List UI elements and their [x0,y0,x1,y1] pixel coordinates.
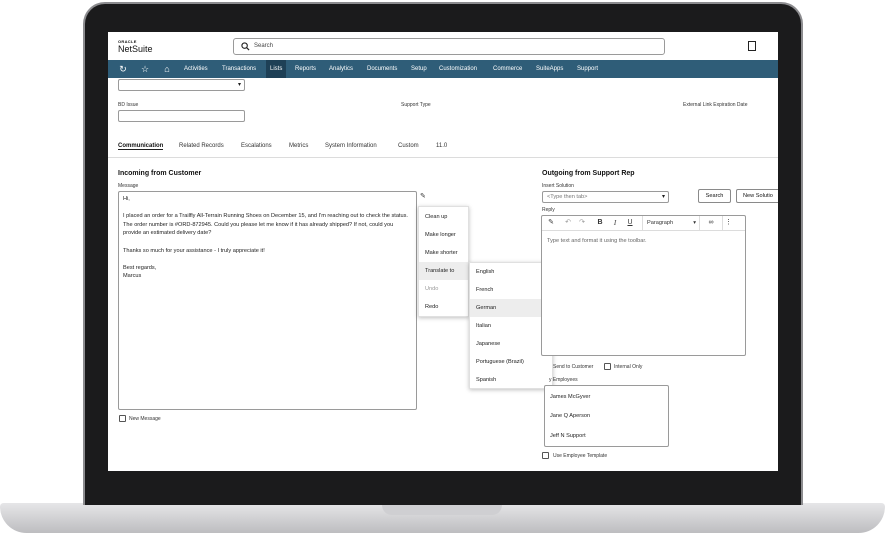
home-icon[interactable]: ⌂ [161,63,173,75]
message-line: Thanks so much for your assistance - I t… [123,247,265,254]
employees-list[interactable]: James McGyver Jane Q Aperson Jeff N Supp… [544,385,669,447]
bd-issue-label: BD Issue [118,102,139,108]
italic-icon[interactable]: I [610,216,620,230]
history-icon[interactable]: ↻ [117,63,129,75]
list-item[interactable]: Jeff N Support [550,433,586,439]
tab-system-information[interactable]: System Information [325,143,377,149]
underline-icon[interactable]: U [625,216,635,230]
message-content: Hi, I placed an order for a Trailfly All… [123,195,413,290]
main-nav: ↻ ☆ ⌂ Activities Transactions Lists Repo… [108,60,778,78]
nav-support[interactable]: Support [573,60,602,78]
list-item[interactable]: Jane Q Aperson [550,413,590,419]
search-input[interactable]: Search [254,43,273,49]
nav-activities[interactable]: Activities [180,60,212,78]
message-line: I placed an order for a Trailfly All-Ter… [123,213,408,237]
dropdown-arrow-icon: ▾ [693,220,696,226]
insert-solution-label: Insert Solution [542,183,574,189]
internal-only-checkbox[interactable] [604,363,611,370]
nav-analytics[interactable]: Analytics [325,60,357,78]
dropdown-arrow-icon: ▾ [237,82,241,88]
nav-suiteapps[interactable]: SuiteApps [532,60,567,78]
paragraph-select[interactable]: Paragraph ▾ [642,216,700,230]
paragraph-select-value: Paragraph [647,220,674,226]
nav-reports[interactable]: Reports [291,60,320,78]
nav-setup[interactable]: Setup [407,60,431,78]
top-bar: ORACLE NetSuite Search [108,32,778,60]
netsuite-logo[interactable]: NetSuite [118,44,153,54]
internal-only-label: Internal Only [614,364,643,370]
editor-toolbar: ✎ ↶ ↷ B I U Paragraph ▾ ∞ ⋮ [542,216,745,231]
incoming-heading: Incoming from Customer [118,170,202,177]
new-message-checkbox[interactable] [119,415,126,422]
menu-item-translate-to[interactable]: Translate to [419,262,468,280]
tab-metrics[interactable]: Metrics [289,143,308,149]
tab-custom[interactable]: Custom [398,143,419,149]
ai-assist-menu: Clean up Make longer Make shorter Transl… [418,206,469,317]
ai-assist-icon[interactable]: ✎ [420,192,426,200]
search-icon [241,42,250,51]
nav-lists[interactable]: Lists [266,60,287,78]
document-icon[interactable] [748,41,756,51]
language-german[interactable]: German [470,299,552,317]
undo-icon[interactable]: ↶ [562,216,574,230]
insert-solution-field[interactable]: <Type then tab> ▾ [542,191,669,203]
top-select[interactable]: ▾ [118,79,245,91]
menu-item-undo[interactable]: Undo [419,280,468,298]
search-button[interactable]: Search [698,189,731,203]
language-japanese[interactable]: Japanese [470,335,552,353]
star-icon[interactable]: ☆ [139,63,151,75]
support-type-label: Support Type [401,102,431,108]
app-screen: ORACLE NetSuite Search ↻ ☆ ⌂ Activities … [108,32,778,471]
language-english[interactable]: English [470,263,552,281]
ai-assist-icon[interactable]: ✎ [545,216,557,230]
employees-label: y Employees [549,377,578,383]
language-french[interactable]: French [470,281,552,299]
reply-label: Reply [542,207,555,213]
menu-item-make-shorter[interactable]: Make shorter [419,244,468,262]
link-icon[interactable]: ∞ [705,216,717,230]
tab-communication[interactable]: Communication [118,143,164,150]
list-item[interactable]: James McGyver [550,394,590,400]
language-portuguese-brazil[interactable]: Portuguese (Brazil) [470,353,552,371]
redo-icon[interactable]: ↷ [576,216,588,230]
send-to-customer-label: Send to Customer [553,364,594,370]
menu-item-clean-up[interactable]: Clean up [419,208,468,226]
new-solution-button[interactable]: New Solutio [736,189,778,203]
menu-item-make-longer[interactable]: Make longer [419,226,468,244]
nav-transactions[interactable]: Transactions [218,60,260,78]
bd-issue-field[interactable] [118,110,245,122]
language-italian[interactable]: Italian [470,317,552,335]
more-icon[interactable]: ⋮ [722,216,734,230]
message-line: Hi, [123,196,130,202]
global-search-field[interactable]: Search [233,38,665,55]
message-line: Best regards, Marcus [123,264,157,280]
nav-documents[interactable]: Documents [363,60,401,78]
nav-commerce[interactable]: Commerce [489,60,526,78]
new-message-label: New Message [129,416,161,422]
use-employee-template-checkbox[interactable] [542,452,549,459]
language-spanish[interactable]: Spanish [470,371,552,389]
use-employee-template-label: Use Employee Template [553,453,608,459]
tab-divider [108,157,778,158]
tab-related-records[interactable]: Related Records [179,143,224,149]
reply-placeholder: Type text and format it using the toolba… [547,238,647,244]
bold-icon[interactable]: B [595,216,605,230]
nav-customization[interactable]: Customization [435,60,481,78]
tab-11-0[interactable]: 11.0 [436,143,447,149]
tab-escalations[interactable]: Escalations [241,143,272,149]
dropdown-arrow-icon: ▾ [661,194,665,200]
message-textarea[interactable]: Hi, I placed an order for a Trailfly All… [118,191,417,410]
reply-editor[interactable]: ✎ ↶ ↷ B I U Paragraph ▾ ∞ ⋮ Type text an… [541,215,746,356]
message-label: Message [118,183,139,189]
external-link-label: External Link Expiration Date [683,102,748,108]
outgoing-heading: Outgoing from Support Rep [542,170,635,177]
menu-item-redo[interactable]: Redo [419,298,468,316]
insert-solution-input[interactable]: <Type then tab> [547,194,587,200]
